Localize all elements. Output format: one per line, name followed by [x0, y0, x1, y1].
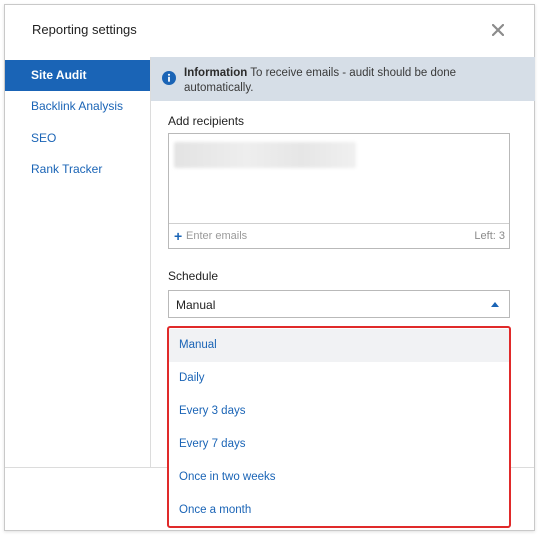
- schedule-select[interactable]: Manual: [168, 290, 510, 318]
- reporting-settings-dialog: Reporting settings Site Audit Backlink A…: [4, 4, 535, 531]
- schedule-dropdown: Manual Daily Every 3 days Every 7 days O…: [167, 326, 511, 528]
- schedule-selected-value: Manual: [176, 298, 216, 312]
- info-banner: Information To receive emails - audit sh…: [151, 57, 535, 101]
- sidebar-item-seo[interactable]: SEO: [5, 123, 150, 154]
- schedule-option-two-weeks[interactable]: Once in two weeks: [169, 461, 509, 494]
- schedule-option-month[interactable]: Once a month: [169, 494, 509, 526]
- schedule-option-manual[interactable]: Manual: [169, 329, 509, 362]
- info-icon: [162, 71, 176, 85]
- sidebar-item-backlink-analysis[interactable]: Backlink Analysis: [5, 91, 150, 122]
- dialog-header: Reporting settings: [5, 5, 534, 57]
- plus-icon[interactable]: +: [174, 229, 182, 243]
- recipient-email-chip[interactable]: [174, 142, 356, 168]
- schedule-option-daily[interactable]: Daily: [169, 362, 509, 395]
- sidebar-item-site-audit[interactable]: Site Audit: [5, 60, 150, 91]
- sidebar-item-rank-tracker[interactable]: Rank Tracker: [5, 154, 150, 185]
- recipients-box[interactable]: + Left: 3: [168, 133, 510, 249]
- email-entry-row: + Left: 3: [169, 223, 509, 249]
- recipients-label: Add recipients: [168, 114, 245, 128]
- close-icon: [492, 24, 504, 36]
- schedule-option-every-3-days[interactable]: Every 3 days: [169, 395, 509, 428]
- sidebar: Site Audit Backlink Analysis SEO Rank Tr…: [5, 57, 151, 468]
- close-button[interactable]: [490, 22, 506, 38]
- info-heading: Information: [184, 67, 248, 79]
- recipients-left-count: Left: 3: [474, 230, 505, 242]
- dialog-title: Reporting settings: [32, 22, 137, 37]
- info-text: Information To receive emails - audit sh…: [184, 66, 514, 96]
- caret-up-icon: [491, 302, 499, 307]
- schedule-label: Schedule: [168, 269, 219, 283]
- schedule-option-every-7-days[interactable]: Every 7 days: [169, 428, 509, 461]
- email-input[interactable]: [186, 228, 386, 244]
